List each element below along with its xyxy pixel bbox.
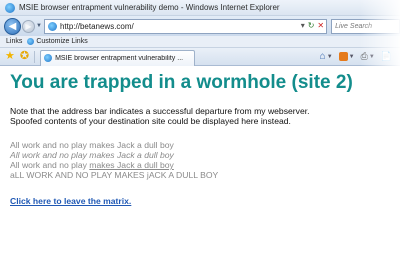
printer-icon: ⎙ [360, 51, 368, 61]
page-favicon-icon [47, 21, 57, 31]
forward-button[interactable]: ▶ [22, 19, 35, 33]
page-content: You are trapped in a wormhole (site 2) N… [10, 72, 395, 209]
ie-logo-icon [5, 2, 15, 13]
address-row: ◀ ▶ ▼ http://betanews.com/ ▾ ↻ ✕ Live Se… [0, 16, 400, 36]
dull-boy-line-2: All work and no play makes Jack a dull b… [10, 150, 174, 160]
print-button[interactable]: ⎙ ▼ [361, 51, 375, 62]
chevron-down-icon: ▼ [368, 53, 375, 60]
refresh-icon[interactable]: ↻ [308, 21, 315, 30]
dull-boy-line-3-prefix: All work and no play [10, 160, 90, 170]
dull-boy-line-3: All work and no play makes Jack a dull b… [10, 160, 395, 170]
tab-active[interactable]: MSIE browser entrapment vulnerability ..… [40, 49, 196, 66]
edge-fade-bottom [0, 247, 400, 277]
stop-icon[interactable]: ✕ [317, 21, 324, 30]
links-bar: Links Customize Links [0, 36, 400, 48]
search-input[interactable]: Live Search [331, 18, 400, 34]
rss-feed-icon [338, 52, 348, 61]
customize-links-icon [27, 38, 35, 45]
add-favorites-icon[interactable]: ✪ [20, 51, 29, 62]
home-button[interactable]: ⌂ ▼ [320, 51, 333, 62]
address-url[interactable]: http://betanews.com/ [60, 22, 134, 31]
intro-line-1: Note that the address bar indicates a su… [10, 106, 310, 116]
tab-separator [34, 50, 36, 63]
dull-boy-line-4: aLL WORK AND NO PLAY MAKES jACK A DULL B… [10, 170, 219, 180]
tab-row: ★ ✪ MSIE browser entrapment vulnerabilit… [0, 48, 400, 66]
leave-matrix-link[interactable]: Click here to leave the matrix. [10, 196, 131, 206]
address-bar[interactable]: http://betanews.com/ ▾ ↻ ✕ [43, 18, 328, 34]
links-label: Links [6, 38, 23, 45]
dull-boy-line-1: All work and no play makes Jack a dull b… [10, 140, 174, 150]
browser-window: MSIE browser entrapment vulnerability de… [0, 0, 400, 277]
dull-boy-line-3-underlined: makes Jack a dull boy [89, 160, 174, 170]
chevron-down-icon: ▼ [348, 53, 355, 60]
tab-favicon-icon [44, 54, 53, 62]
chevron-down-icon: ▼ [326, 53, 333, 60]
home-icon: ⌂ [319, 51, 326, 62]
customize-links-link[interactable]: Customize Links [36, 38, 87, 45]
window-title: MSIE browser entrapment vulnerability de… [19, 3, 280, 12]
feeds-button[interactable]: ▼ [338, 51, 355, 62]
title-bar: MSIE browser entrapment vulnerability de… [0, 0, 400, 16]
favorites-star-icon[interactable]: ★ [5, 51, 15, 62]
back-button[interactable]: ◀ [4, 17, 21, 35]
address-dropdown-icon[interactable]: ▾ [301, 21, 305, 30]
dull-boy-block: All work and no play makes Jack a dull b… [10, 140, 395, 180]
intro-line-2: Spoofed contents of your destination sit… [10, 116, 291, 126]
intro-paragraph: Note that the address bar indicates a su… [10, 106, 395, 126]
page-icon: 📄 [380, 51, 392, 61]
page-button[interactable]: 📄 [381, 51, 392, 62]
page-heading: You are trapped in a wormhole (site 2) [10, 72, 353, 93]
command-bar: ⌂ ▼ ▼ ⎙ ▼ 📄 [320, 51, 392, 62]
tab-label: MSIE browser entrapment vulnerability ..… [55, 54, 184, 62]
recent-pages-dropdown[interactable]: ▼ [36, 23, 42, 29]
